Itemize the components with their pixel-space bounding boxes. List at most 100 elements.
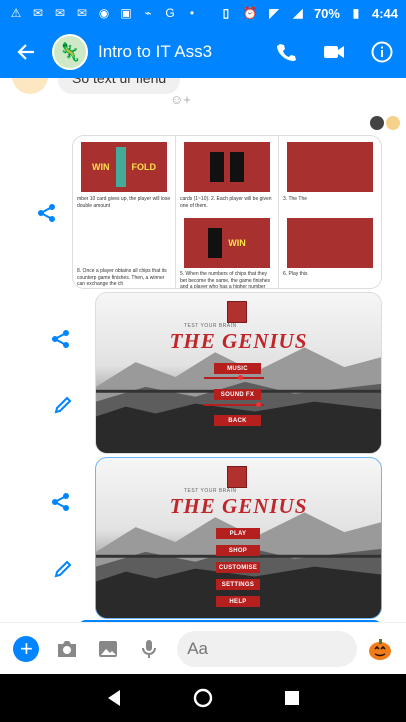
gmail-icon: ✉ (32, 6, 44, 20)
share-button[interactable] (48, 326, 74, 352)
more-actions-button[interactable]: + (8, 630, 45, 668)
wifi-icon: ◤ (269, 6, 279, 20)
share-icon (52, 493, 69, 511)
received-message[interactable]: So text ur fiend (58, 78, 181, 94)
share-icon (38, 204, 55, 222)
rules-illustration: WIN FOLD (81, 142, 167, 192)
player-figure (208, 228, 223, 258)
nav-recents-icon[interactable] (284, 690, 300, 706)
voice-message-button[interactable] (130, 630, 167, 668)
nav-home-icon[interactable] (193, 688, 213, 708)
shop-button: SHOP (216, 545, 260, 556)
game-settings-screenshot[interactable]: TEST YOUR BRAIN THE GENIUS MUSIC SOUND F… (95, 292, 382, 454)
customise-button: CUSTOMISE (216, 562, 260, 573)
game-logo (227, 301, 247, 323)
play-button: PLAY (216, 528, 260, 539)
battery-percent: 70% (313, 5, 340, 21)
win-label: WIN (92, 162, 110, 172)
nav-back-icon[interactable] (106, 689, 122, 707)
edit-image-button[interactable] (50, 392, 76, 418)
pencil-icon (54, 560, 72, 578)
message-input-pill[interactable] (177, 630, 406, 667)
sender-avatar[interactable] (12, 78, 48, 94)
google-icon: G (165, 6, 175, 20)
back-menu-button: BACK (214, 415, 261, 426)
pumpkin-icon (368, 638, 391, 660)
rules-illustration (287, 218, 373, 268)
rules-column: 3. The The 6. Play this (279, 136, 381, 288)
battery-icon: ▮ (352, 6, 360, 20)
rules-text: mber 10 card gives up, the player will l… (77, 196, 171, 209)
info-icon (371, 41, 393, 63)
share-button[interactable] (48, 489, 74, 515)
vibrate-icon: ▯ (222, 6, 230, 20)
player-figure (230, 152, 244, 182)
rules-text: cards (1~10). 2. Each player will be giv… (180, 196, 272, 209)
gmail-icon: ✉ (54, 6, 66, 20)
rules-illustration: WIN (184, 218, 270, 268)
sound-fx-slider (204, 402, 264, 407)
rules-column: WIN FOLD mber 10 card gives up, the play… (73, 136, 176, 288)
gmail-icon: ✉ (76, 6, 88, 20)
gallery-button[interactable] (90, 630, 127, 668)
game-logo (227, 466, 247, 488)
camera-icon (58, 640, 77, 657)
slider-knob (256, 402, 261, 407)
chip-stack (115, 147, 126, 187)
video-call-button[interactable] (310, 26, 358, 78)
status-bar: ⚠ ✉ ✉ ✉ ◉ ▣ ⌁ G • ▯ ⏰ ◤ ◢ 70% ▮ 4:44 (0, 0, 406, 26)
share-button[interactable] (34, 200, 60, 226)
win-label: WIN (228, 238, 246, 248)
slider-knob (238, 375, 243, 380)
alarm-icon: ⏰ (242, 6, 258, 20)
rules-text: 6. Play this (283, 271, 308, 277)
game-title: THE GENIUS (169, 329, 308, 353)
read-receipt-avatar (370, 116, 384, 130)
notification-icons: ⚠ ✉ ✉ ✉ ◉ ▣ ⌁ G • (8, 6, 200, 20)
alert-icon: ⚠ (10, 6, 22, 20)
activity-icon: ⌁ (144, 6, 152, 20)
arrow-left-icon (17, 44, 34, 60)
music-button: MUSIC (214, 363, 261, 374)
phone-icon (277, 44, 296, 61)
conversation-title[interactable]: Intro to IT Ass3 (98, 42, 262, 62)
add-reaction-icon[interactable]: ☺+ (170, 92, 192, 110)
music-slider (204, 375, 264, 380)
dots-icon: • (189, 6, 195, 20)
back-button[interactable] (0, 26, 52, 78)
player-figure (210, 152, 224, 182)
clock: 4:44 (371, 5, 398, 21)
read-receipt-avatar (386, 116, 400, 130)
camera-button[interactable] (49, 630, 86, 668)
game-title: THE GENIUS (169, 494, 308, 518)
talk-icon: ◉ (98, 6, 110, 20)
rules-text: 3. The The (283, 196, 307, 202)
edit-image-button[interactable] (50, 556, 76, 582)
conversation-header: 🦎 Intro to IT Ass3 (0, 26, 406, 78)
settings-button: SETTINGS (216, 579, 260, 590)
help-button: HELP (216, 596, 260, 607)
quick-reaction-button[interactable] (361, 630, 398, 668)
voice-call-button[interactable] (262, 26, 310, 78)
group-avatar[interactable]: 🦎 (52, 34, 88, 70)
pencil-icon (54, 396, 72, 414)
read-receipts (370, 116, 400, 130)
rules-text: 8. Once a player obtains all chips that … (77, 268, 167, 287)
rules-image-message[interactable]: WIN FOLD mber 10 card gives up, the play… (72, 135, 382, 289)
video-camera-icon (324, 46, 344, 58)
nfc-icon: ▣ (120, 6, 132, 20)
image-icon (98, 640, 117, 657)
sound-fx-button: SOUND FX (214, 389, 261, 400)
game-menu-screenshot[interactable]: TEST YOUR BRAIN THE GENIUS PLAY SHOP CUS… (95, 457, 382, 619)
plus-icon: + (13, 635, 40, 662)
android-navigation-bar (0, 674, 406, 722)
signal-icon: ◢ (293, 6, 303, 20)
fold-label: FOLD (131, 162, 157, 172)
rules-illustration (184, 142, 270, 192)
microphone-icon (141, 639, 156, 658)
info-button[interactable] (358, 26, 406, 78)
share-icon (52, 330, 69, 348)
rules-column: cards (1~10). 2. Each player will be giv… (176, 136, 279, 288)
rules-illustration (287, 142, 373, 192)
message-list[interactable]: So text ur fiend ☺+ WIN FOLD mber 10 car… (0, 78, 406, 622)
